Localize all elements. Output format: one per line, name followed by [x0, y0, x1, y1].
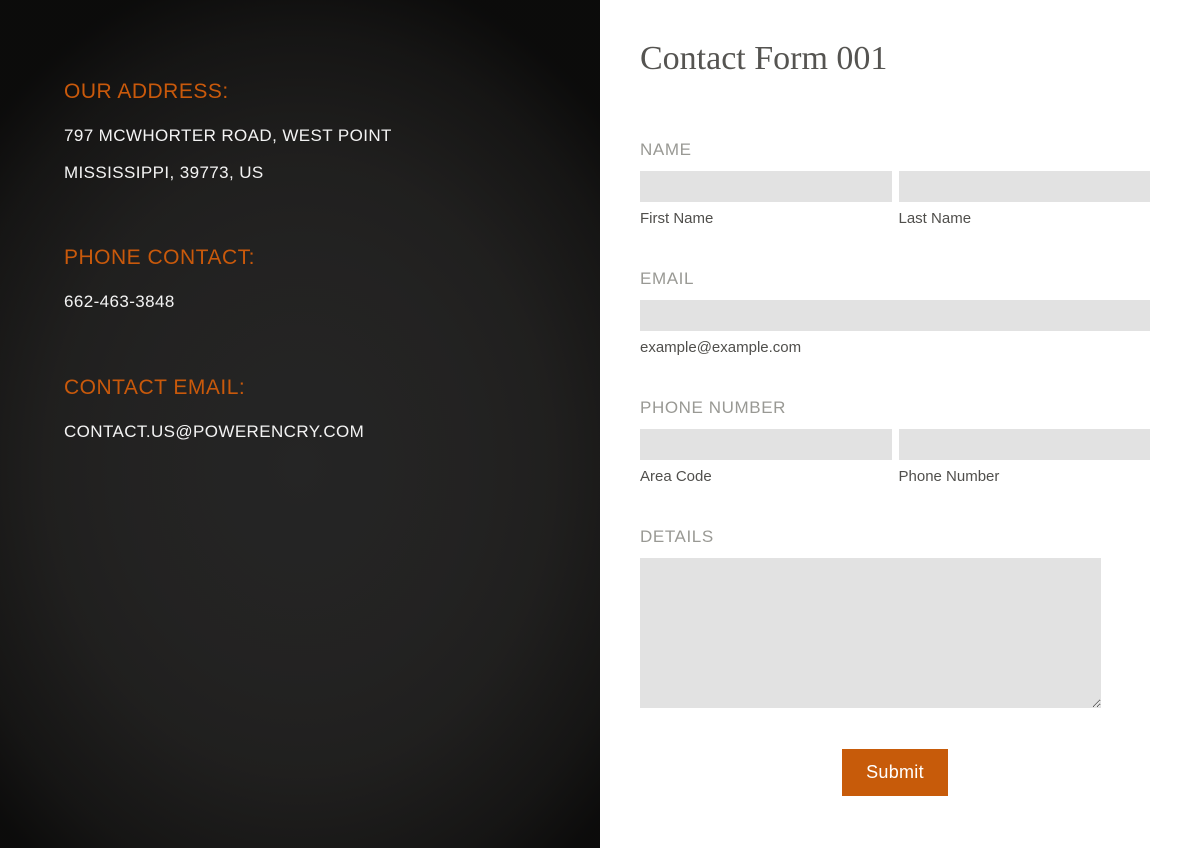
email-label: EMAIL: [640, 269, 1150, 289]
details-textarea[interactable]: [640, 558, 1101, 708]
area-code-input[interactable]: [640, 429, 892, 460]
contact-form-panel: Contact Form 001 NAME First Name Last Na…: [600, 0, 1200, 848]
contact-email-section: CONTACT EMAIL: CONTACT.US@POWERENCRY.COM: [64, 376, 538, 445]
email-field-block: EMAIL example@example.com: [640, 269, 1150, 356]
first-name-col: First Name: [640, 171, 892, 227]
email-input[interactable]: [640, 300, 1150, 331]
last-name-sublabel: Last Name: [899, 210, 1151, 227]
name-row: First Name Last Name: [640, 171, 1150, 227]
contact-email-value: CONTACT.US@POWERENCRY.COM: [64, 418, 538, 445]
contact-email-title: CONTACT EMAIL:: [64, 376, 538, 400]
name-field-block: NAME First Name Last Name: [640, 140, 1150, 227]
last-name-input[interactable]: [899, 171, 1151, 202]
address-title: OUR ADDRESS:: [64, 80, 538, 104]
address-section: OUR ADDRESS: 797 MCWHORTER ROAD, WEST PO…: [64, 80, 538, 186]
area-code-sublabel: Area Code: [640, 468, 892, 485]
email-col: example@example.com: [640, 300, 1150, 356]
phone-title: PHONE CONTACT:: [64, 246, 538, 270]
phone-label: PHONE NUMBER: [640, 398, 1150, 418]
name-label: NAME: [640, 140, 1150, 160]
email-sublabel: example@example.com: [640, 339, 1150, 356]
first-name-sublabel: First Name: [640, 210, 892, 227]
phone-value: 662-463-3848: [64, 288, 538, 315]
phone-number-input[interactable]: [899, 429, 1151, 460]
phone-number-sublabel: Phone Number: [899, 468, 1151, 485]
phone-number-col: Phone Number: [899, 429, 1151, 485]
submit-wrap: Submit: [640, 749, 1150, 796]
contact-info-panel: OUR ADDRESS: 797 MCWHORTER ROAD, WEST PO…: [0, 0, 600, 848]
phone-section: PHONE CONTACT: 662-463-3848: [64, 246, 538, 315]
phone-row: Area Code Phone Number: [640, 429, 1150, 485]
address-line-2: MISSISSIPPI, 39773, US: [64, 159, 538, 186]
first-name-input[interactable]: [640, 171, 892, 202]
address-line-1: 797 MCWHORTER ROAD, WEST POINT: [64, 122, 538, 149]
page-container: OUR ADDRESS: 797 MCWHORTER ROAD, WEST PO…: [0, 0, 1200, 848]
last-name-col: Last Name: [899, 171, 1151, 227]
submit-button[interactable]: Submit: [842, 749, 948, 796]
details-field-block: DETAILS: [640, 527, 1150, 713]
details-label: DETAILS: [640, 527, 1150, 547]
form-title: Contact Form 001: [640, 40, 1150, 78]
phone-field-block: PHONE NUMBER Area Code Phone Number: [640, 398, 1150, 485]
area-code-col: Area Code: [640, 429, 892, 485]
